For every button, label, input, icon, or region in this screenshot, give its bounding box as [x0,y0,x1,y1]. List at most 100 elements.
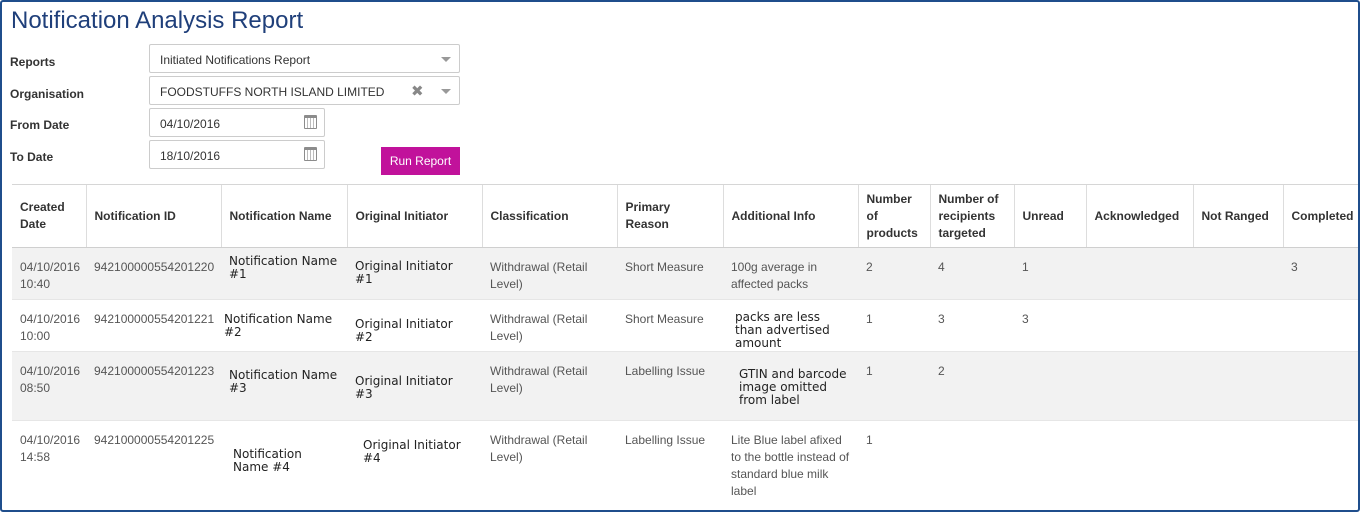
to-date-label: To Date [10,150,54,164]
cell-notification-name: Notification Name #1 [229,254,338,281]
cell-created-date: 04/10/2016 08:50 [12,351,86,421]
col-not-ranged[interactable]: Not Ranged [1192,184,1283,248]
cell-created-date: 04/10/2016 10:00 [12,299,86,352]
cell-notification-name-wrap: Notification Name #2 [221,299,347,352]
cell-completed [1283,420,1358,510]
page-title: Notification Analysis Report [11,7,304,34]
col-additional-info[interactable]: Additional Info [722,184,858,248]
cell-acknowledged [1086,420,1193,510]
calendar-icon[interactable] [304,147,317,161]
col-acknowledged[interactable]: Acknowledged [1085,184,1193,248]
cell-primary-reason: Labelling Issue [617,351,723,421]
cell-notification-name-wrap: Notification Name #3 [221,351,347,421]
cell-original-initiator: Original Initiator #4 [363,438,461,465]
organisation-label: Organisation [10,87,85,101]
organisation-select[interactable]: FOODSTUFFS NORTH ISLAND LIMITED ✖ [149,76,460,105]
cell-notification-name-wrap: Notification Name #4 [221,420,347,510]
cell-original-initiator: Original Initiator #3 [355,374,453,401]
cell-additional-info: 100g average in affected packs [723,247,858,300]
table-header-row: Created Date Notification ID Notificatio… [12,184,1358,248]
close-icon[interactable]: ✖ [411,82,424,100]
chevron-down-icon[interactable] [441,89,451,94]
cell-original-initiator-wrap: Original Initiator #4 [347,420,482,510]
col-unread[interactable]: Unread [1013,184,1086,248]
cell-notification-id: 942100000554201220 [86,247,221,300]
cell-primary-reason: Short Measure [617,299,723,352]
cell-number-of-recipients: 3 [930,299,1014,352]
cell-notification-id: 942100000554201223 [86,351,221,421]
cell-completed: 3 [1283,247,1358,300]
table-row[interactable]: 04/10/2016 08:50 942100000554201223 Noti… [12,351,1358,421]
table-row[interactable]: 04/10/2016 10:00 942100000554201221 Noti… [12,299,1358,352]
reports-select-value: Initiated Notifications Report [160,53,311,67]
cell-additional-info-wrap: GTIN and barcode image omitted from labe… [723,351,858,421]
cell-number-of-recipients: 2 [930,351,1014,421]
chevron-down-icon[interactable] [441,57,451,62]
cell-unread [1014,351,1086,421]
to-date-input[interactable]: 18/10/2016 [149,140,325,169]
col-created-date[interactable]: Created Date [12,184,86,248]
cell-created-date: 04/10/2016 14:58 [12,420,86,510]
col-original-initiator[interactable]: Original Initiator [346,184,482,248]
cell-primary-reason: Labelling Issue [617,420,723,510]
cell-original-initiator-wrap: Original Initiator #2 [347,299,482,352]
reports-label: Reports [10,55,56,69]
cell-additional-info: Lite Blue label afixed to the bottle ins… [723,420,858,510]
cell-original-initiator-wrap: Original Initiator #3 [347,351,482,421]
cell-number-of-products: 1 [858,420,930,510]
results-table: Created Date Notification ID Notificatio… [12,184,1358,510]
cell-notification-id: 942100000554201221 [86,299,221,352]
from-date-input[interactable]: 04/10/2016 [149,108,325,137]
report-window: Notification Analysis Report Reports Ini… [0,0,1360,512]
results-grid: Created Date Notification ID Notificatio… [12,184,1358,510]
col-completed[interactable]: Completed [1282,184,1358,248]
cell-classification: Withdrawal (Retail Level) [482,351,617,421]
col-number-of-recipients[interactable]: Number of recipients targeted [929,184,1014,248]
cell-acknowledged [1086,247,1193,300]
cell-not-ranged [1193,247,1283,300]
cell-unread: 3 [1014,299,1086,352]
cell-completed [1283,299,1358,352]
cell-classification: Withdrawal (Retail Level) [482,299,617,352]
cell-acknowledged [1086,299,1193,352]
cell-not-ranged [1193,351,1283,421]
cell-original-initiator-wrap: Original Initiator #1 [347,247,482,300]
cell-acknowledged [1086,351,1193,421]
cell-completed [1283,351,1358,421]
table-row[interactable]: 04/10/2016 10:40 942100000554201220 Noti… [12,247,1358,300]
cell-classification: Withdrawal (Retail Level) [482,420,617,510]
col-notification-id[interactable]: Notification ID [85,184,221,248]
cell-notification-id: 942100000554201225 [86,420,221,510]
table-row[interactable]: 04/10/2016 14:58 942100000554201225 Noti… [12,420,1358,510]
cell-not-ranged [1193,420,1283,510]
col-notification-name[interactable]: Notification Name [220,184,347,248]
cell-number-of-products: 1 [858,351,930,421]
cell-notification-name: Notification Name #2 [224,312,333,339]
col-primary-reason[interactable]: Primary Reason [616,184,723,248]
to-date-value: 18/10/2016 [160,149,221,163]
cell-number-of-recipients [930,420,1014,510]
col-classification[interactable]: Classification [481,184,617,248]
cell-original-initiator: Original Initiator #2 [355,317,453,344]
cell-additional-info-wrap: packs are less than advertised amount [723,299,858,352]
cell-number-of-recipients: 4 [930,247,1014,300]
col-number-of-products[interactable]: Number of products [857,184,930,248]
cell-not-ranged [1193,299,1283,352]
cell-notification-name-wrap: Notification Name #1 [221,247,347,300]
run-report-button[interactable]: Run Report [381,147,460,175]
from-date-label: From Date [10,118,70,132]
cell-additional-info: packs are less than advertised amount [735,310,830,350]
cell-created-date: 04/10/2016 10:40 [12,247,86,300]
cell-classification: Withdrawal (Retail Level) [482,247,617,300]
cell-notification-name: Notification Name #3 [229,368,338,395]
cell-unread [1014,420,1086,510]
organisation-select-value: FOODSTUFFS NORTH ISLAND LIMITED [160,85,385,99]
calendar-icon[interactable] [304,115,317,129]
cell-primary-reason: Short Measure [617,247,723,300]
reports-select[interactable]: Initiated Notifications Report [149,44,460,73]
from-date-value: 04/10/2016 [160,117,221,131]
cell-original-initiator: Original Initiator #1 [355,259,453,286]
cell-unread: 1 [1014,247,1086,300]
cell-number-of-products: 2 [858,247,930,300]
cell-notification-name: Notification Name #4 [233,447,302,474]
